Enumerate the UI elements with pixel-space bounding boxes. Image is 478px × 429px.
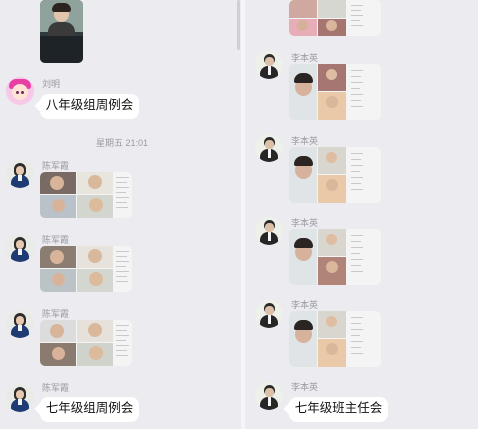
meeting-screenshot-image[interactable] (289, 311, 381, 367)
sender-name: 陈军霞 (42, 383, 70, 393)
sender-avatar[interactable] (255, 217, 283, 245)
meeting-screenshot-image[interactable] (40, 246, 132, 292)
message-bubble[interactable]: 七年级班主任会 (289, 397, 388, 422)
sender-name: 李本英 (291, 53, 319, 63)
sender-avatar[interactable] (6, 160, 34, 188)
sender-avatar[interactable] (6, 310, 34, 338)
meeting-screenshot-image[interactable] (289, 147, 381, 203)
sender-avatar[interactable] (255, 382, 283, 410)
sender-name: 李本英 (291, 300, 319, 310)
right-chat-pane: 李本英 李本英 李本英 李本英 李本英 七年级班主任会 (245, 0, 478, 429)
sender-avatar[interactable] (6, 77, 34, 105)
video-screenshot-image[interactable] (40, 0, 83, 63)
sender-name: 陈军霞 (42, 235, 70, 245)
sender-avatar[interactable] (255, 51, 283, 79)
message-text: 七年级班主任会 (294, 401, 383, 415)
sender-name: 陈军霞 (42, 309, 70, 319)
sender-name: 李本英 (291, 218, 319, 228)
meeting-screenshot-image[interactable] (289, 0, 381, 36)
message-bubble[interactable]: 八年级组周例会 (40, 94, 139, 119)
avatar-eye (21, 91, 24, 94)
sender-name: 李本英 (291, 136, 319, 146)
scrollbar-thumb[interactable] (237, 0, 240, 50)
meeting-screenshot-image[interactable] (289, 64, 381, 120)
message-bubble[interactable]: 七年级组周例会 (40, 397, 139, 422)
sender-name: 陈军霞 (42, 161, 70, 171)
avatar-face (12, 84, 28, 100)
avatar-eye (16, 91, 19, 94)
sender-name: 刘明 (42, 79, 61, 89)
sender-name: 李本英 (291, 382, 319, 392)
message-timestamp: 星期五 21:01 (96, 138, 149, 148)
message-text: 八年级组周例会 (45, 98, 134, 112)
meeting-screenshot-image[interactable] (40, 172, 132, 218)
sender-avatar[interactable] (6, 384, 34, 412)
sender-avatar[interactable] (255, 134, 283, 162)
left-chat-pane: 刘明 八年级组周例会 星期五 21:01 陈军霞 陈军霞 陈军霞 陈军霞 七年级… (0, 0, 241, 429)
sender-avatar[interactable] (6, 234, 34, 262)
message-text: 七年级组周例会 (45, 401, 134, 415)
sender-avatar[interactable] (255, 300, 283, 328)
meeting-screenshot-image[interactable] (289, 229, 381, 285)
meeting-screenshot-image[interactable] (40, 320, 132, 366)
